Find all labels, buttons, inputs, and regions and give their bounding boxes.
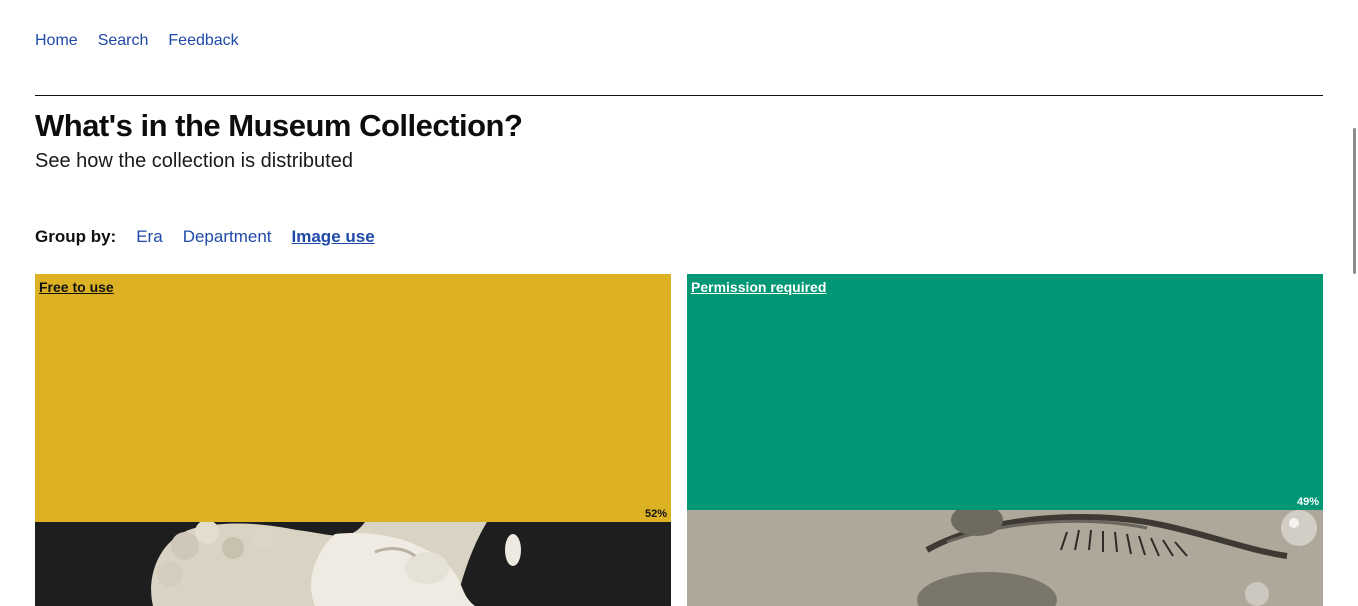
tile-permission-required[interactable]: Permission required 49% [687, 274, 1323, 606]
nav-feedback-link[interactable]: Feedback [168, 31, 238, 51]
tile-color-block: Permission required 49% [687, 274, 1323, 510]
tearful-eye-illustration [687, 504, 1323, 606]
tile-color-block: Free to use 52% [35, 274, 671, 522]
page-subtitle: See how the collection is distributed [35, 150, 353, 172]
tile-percent: 52% [644, 508, 667, 520]
group-by-label: Group by: [35, 227, 117, 246]
header-divider [35, 95, 1323, 96]
group-by-department-link[interactable]: Department [183, 227, 272, 247]
tile-percent: 49% [1296, 496, 1319, 508]
page: Home Search Feedback What's in the Museu… [0, 0, 1358, 606]
tile-label-link[interactable]: Permission required [691, 279, 826, 295]
nav-search-link[interactable]: Search [98, 31, 149, 51]
tile-label-link[interactable]: Free to use [39, 279, 114, 295]
tile-free-to-use[interactable]: Free to use 52% [35, 274, 671, 606]
group-by-control: Group by: Era Department Image use [35, 227, 375, 247]
page-scrollbar[interactable] [1353, 128, 1356, 274]
group-by-image-use-link[interactable]: Image use [292, 227, 375, 247]
marble-bust-illustration [35, 520, 671, 606]
group-by-era-link[interactable]: Era [136, 227, 162, 247]
top-nav: Home Search Feedback [35, 31, 239, 51]
page-title: What's in the Museum Collection? [35, 108, 523, 143]
nav-home-link[interactable]: Home [35, 31, 78, 51]
tearful-eye-image [687, 504, 1323, 606]
marble-bust-image [35, 520, 671, 606]
